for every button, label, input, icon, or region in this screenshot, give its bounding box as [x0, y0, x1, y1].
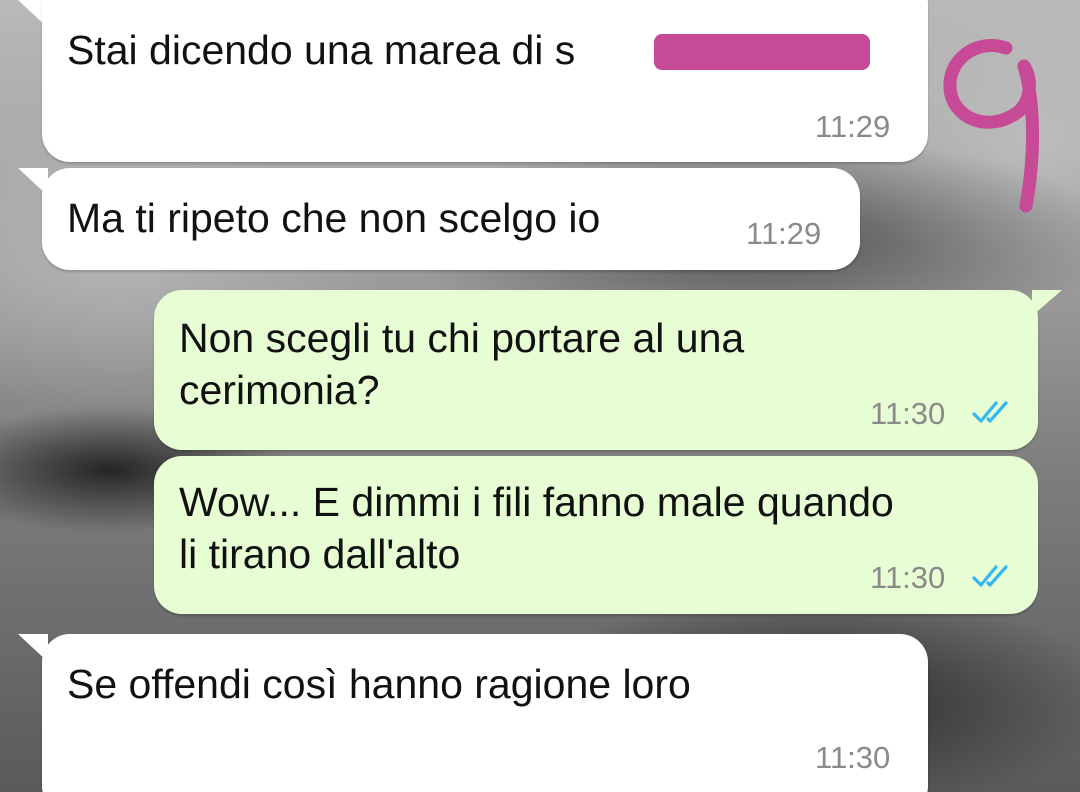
message-timestamp: 11:29	[815, 109, 891, 144]
redaction-bar	[654, 34, 870, 70]
message-text: Wow... E dimmi i fili fanno male quando …	[179, 479, 894, 577]
message-text: Non scegli tu chi portare al una cerimon…	[179, 315, 745, 413]
double-check-icon	[972, 401, 1008, 423]
double-check-icon	[972, 565, 1008, 587]
message-timestamp: 11:30	[815, 740, 891, 775]
message-bubble-outgoing[interactable]: Wow... E dimmi i fili fanno male quando …	[154, 456, 1038, 614]
message-text: Ma ti ripeto che non scelgo io	[67, 195, 601, 241]
message-timestamp: 11:29	[746, 216, 822, 251]
handwritten-nine-scribble	[943, 39, 1040, 213]
message-bubble-incoming[interactable]: Ma ti ripeto che non scelgo io 11:29	[42, 168, 860, 270]
message-text: Stai dicendo una marea di s	[67, 27, 576, 73]
message-bubble-incoming[interactable]: Stai dicendo una marea di s 11:29	[42, 0, 928, 162]
message-timestamp: 11:30	[870, 396, 946, 431]
message-timestamp: 11:30	[870, 560, 946, 595]
message-text: Se offendi così hanno ragione loro	[67, 661, 691, 707]
message-bubble-outgoing[interactable]: Non scegli tu chi portare al una cerimon…	[154, 290, 1038, 450]
message-bubble-incoming[interactable]: Se offendi così hanno ragione loro 11:30	[42, 634, 928, 792]
